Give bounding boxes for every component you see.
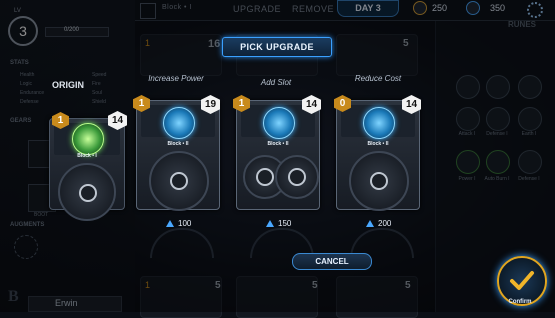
option-heading: Add Slot xyxy=(260,78,292,87)
option-heading: Reduce Cost xyxy=(354,74,402,83)
block-skill-icon xyxy=(263,107,295,139)
wheel-icon xyxy=(349,151,409,211)
dialog-title-plate: PICK UPGRADE xyxy=(222,37,332,57)
upgrade-option-reduce-cost[interactable]: Block • II xyxy=(336,100,420,211)
card-name: Block • II xyxy=(167,141,189,147)
card-name: Block • II xyxy=(267,141,289,147)
origin-card: Block • I xyxy=(49,118,125,221)
checkmark-icon xyxy=(510,271,534,290)
origin-label: ORIGIN xyxy=(52,80,85,90)
card-name: Block • I xyxy=(77,153,97,159)
upgrade-price: 150 xyxy=(278,219,292,228)
dialog-title: PICK UPGRADE xyxy=(240,42,314,52)
gem-cost-icon xyxy=(266,220,274,227)
block-skill-icon xyxy=(363,107,395,139)
option-heading: Increase Power xyxy=(148,74,204,83)
wheel-icon xyxy=(58,163,116,221)
block-skill-icon xyxy=(72,123,104,155)
confirm-label: Confirm xyxy=(508,299,532,305)
upgrade-price: 200 xyxy=(378,219,392,228)
upgrade-option-add-slot[interactable]: Block • II xyxy=(236,100,320,210)
card-name: Block • II xyxy=(367,141,389,147)
cancel-button[interactable]: CANCEL xyxy=(292,253,372,270)
wheel-icon xyxy=(275,155,319,199)
gem-cost-icon xyxy=(166,220,174,227)
upgrade-price: 100 xyxy=(178,219,192,228)
gem-cost-icon xyxy=(366,220,374,227)
block-skill-icon xyxy=(163,107,195,139)
upgrade-option-increase-power[interactable]: Block • II xyxy=(136,100,220,211)
wheel-icon xyxy=(149,151,209,211)
